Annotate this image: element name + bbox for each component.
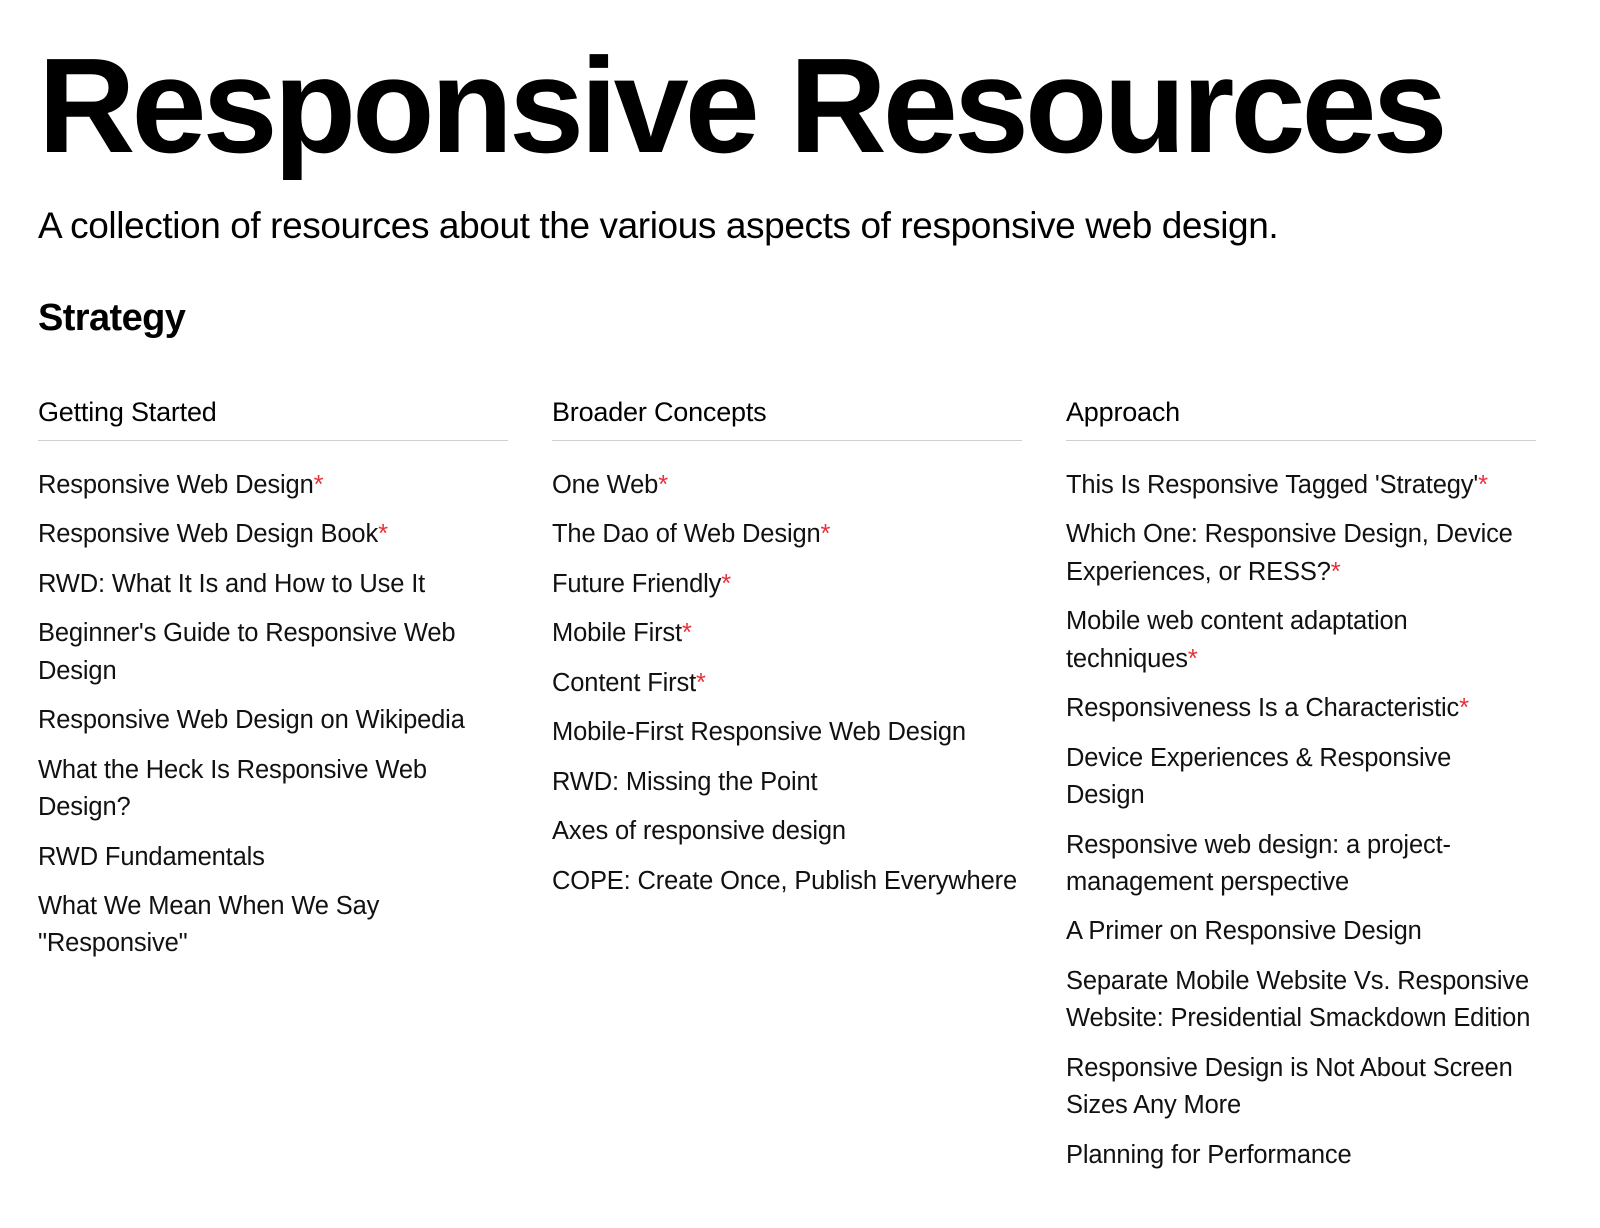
section-heading-strategy: Strategy xyxy=(38,249,1562,340)
list-item: RWD Fundamentals xyxy=(38,839,508,876)
list-item: COPE: Create Once, Publish Everywhere xyxy=(552,863,1022,900)
list-item: Mobile First* xyxy=(552,615,1022,652)
list-item: One Web* xyxy=(552,467,1022,504)
resource-link[interactable]: What We Mean When We Say "Responsive" xyxy=(38,892,379,957)
list-item: Responsive Web Design on Wikipedia xyxy=(38,702,508,739)
recommended-star-icon: * xyxy=(378,520,388,548)
list-item: Planning for Performance xyxy=(1066,1137,1536,1174)
list-item: Content First* xyxy=(552,665,1022,702)
recommended-star-icon: * xyxy=(1188,645,1198,673)
recommended-star-icon: * xyxy=(696,669,706,697)
list-item: Future Friendly* xyxy=(552,566,1022,603)
resource-link[interactable]: Planning for Performance xyxy=(1066,1141,1352,1169)
list-item: What the Heck Is Responsive Web Design? xyxy=(38,752,508,827)
list-item: Mobile-First Responsive Web Design xyxy=(552,714,1022,751)
list-item: A Primer on Responsive Design xyxy=(1066,913,1536,950)
resource-link[interactable]: Mobile-First Responsive Web Design xyxy=(552,718,966,746)
category-title: Getting Started xyxy=(38,396,508,428)
category-title: Approach xyxy=(1066,396,1536,428)
list-item: Mobile web content adaptation techniques… xyxy=(1066,603,1536,678)
list-item: Beginner's Guide to Responsive Web Desig… xyxy=(38,615,508,690)
resource-link-list: One Web*The Dao of Web Design*Future Fri… xyxy=(552,441,1022,900)
resource-link[interactable]: Device Experiences & Responsive Design xyxy=(1066,744,1451,809)
recommended-star-icon: * xyxy=(1331,558,1341,586)
resource-link[interactable]: One Web xyxy=(552,471,658,499)
list-item: Responsive Web Design* xyxy=(38,467,508,504)
resource-link-list: Responsive Web Design*Responsive Web Des… xyxy=(38,441,508,963)
list-item: What We Mean When We Say "Responsive" xyxy=(38,888,508,963)
recommended-star-icon: * xyxy=(314,471,324,499)
resource-link[interactable]: COPE: Create Once, Publish Everywhere xyxy=(552,867,1017,895)
page-title: Responsive Resources xyxy=(38,0,1562,173)
resource-link[interactable]: Future Friendly xyxy=(552,570,721,598)
category-broader-concepts: Broader ConceptsOne Web*The Dao of Web D… xyxy=(552,396,1022,1186)
resource-link[interactable]: RWD: Missing the Point xyxy=(552,768,817,796)
resource-link[interactable]: RWD Fundamentals xyxy=(38,843,265,871)
resource-link-list: This Is Responsive Tagged 'Strategy'*Whi… xyxy=(1066,441,1536,1175)
list-item: Responsiveness Is a Characteristic* xyxy=(1066,690,1536,727)
list-item: Axes of responsive design xyxy=(552,813,1022,850)
category-title: Broader Concepts xyxy=(552,396,1022,428)
recommended-star-icon: * xyxy=(721,570,731,598)
resource-link[interactable]: Responsive Design is Not About Screen Si… xyxy=(1066,1054,1513,1119)
resource-link[interactable]: Beginner's Guide to Responsive Web Desig… xyxy=(38,619,455,684)
resource-link[interactable]: Content First xyxy=(552,669,696,697)
resource-link[interactable]: Axes of responsive design xyxy=(552,817,846,845)
category-grid-row-one: Getting StartedResponsive Web Design*Res… xyxy=(38,396,1562,1186)
responsive-resources-page: Responsive Resources A collection of res… xyxy=(0,0,1600,1228)
list-item: Responsive Design is Not About Screen Si… xyxy=(1066,1050,1536,1125)
list-item: The Dao of Web Design* xyxy=(552,516,1022,553)
resource-link[interactable]: What the Heck Is Responsive Web Design? xyxy=(38,756,427,821)
list-item: Separate Mobile Website Vs. Responsive W… xyxy=(1066,963,1536,1038)
resource-link[interactable]: Responsive Web Design xyxy=(38,471,314,499)
list-item: This Is Responsive Tagged 'Strategy'* xyxy=(1066,467,1536,504)
recommended-star-icon: * xyxy=(821,520,831,548)
category-approach: Approach This Is Responsive Tagged 'Strat… xyxy=(1066,396,1536,1186)
resource-link[interactable]: Mobile First xyxy=(552,619,682,647)
list-item: RWD: What It Is and How to Use It xyxy=(38,566,508,603)
resource-link[interactable]: Responsive Web Design Book xyxy=(38,520,378,548)
category-getting-started: Getting StartedResponsive Web Design*Res… xyxy=(38,396,508,1186)
resource-link[interactable]: Responsiveness Is a Characteristic xyxy=(1066,694,1459,722)
list-item: RWD: Missing the Point xyxy=(552,764,1022,801)
list-item: Responsive web design: a project-managem… xyxy=(1066,827,1536,902)
recommended-star-icon: * xyxy=(658,471,668,499)
resource-link[interactable]: RWD: What It Is and How to Use It xyxy=(38,570,425,598)
resource-link[interactable]: A Primer on Responsive Design xyxy=(1066,917,1422,945)
resource-link[interactable]: Responsive Web Design on Wikipedia xyxy=(38,706,465,734)
recommended-star-icon: * xyxy=(1478,471,1488,499)
recommended-star-icon: * xyxy=(1459,694,1469,722)
resource-link[interactable]: Separate Mobile Website Vs. Responsive W… xyxy=(1066,967,1530,1032)
resource-link[interactable]: The Dao of Web Design xyxy=(552,520,821,548)
list-item: Responsive Web Design Book* xyxy=(38,516,508,553)
resource-link[interactable]: Mobile web content adaptation techniques xyxy=(1066,607,1408,672)
resource-link[interactable]: Responsive web design: a project-managem… xyxy=(1066,831,1451,896)
list-item: Which One: Responsive Design, Device Exp… xyxy=(1066,516,1536,591)
resource-link[interactable]: Which One: Responsive Design, Device Exp… xyxy=(1066,520,1513,585)
page-subtitle: A collection of resources about the vari… xyxy=(38,173,1562,249)
resource-link[interactable]: This Is Responsive Tagged 'Strategy' xyxy=(1066,471,1478,499)
recommended-star-icon: * xyxy=(682,619,692,647)
list-item: Device Experiences & Responsive Design xyxy=(1066,740,1536,815)
